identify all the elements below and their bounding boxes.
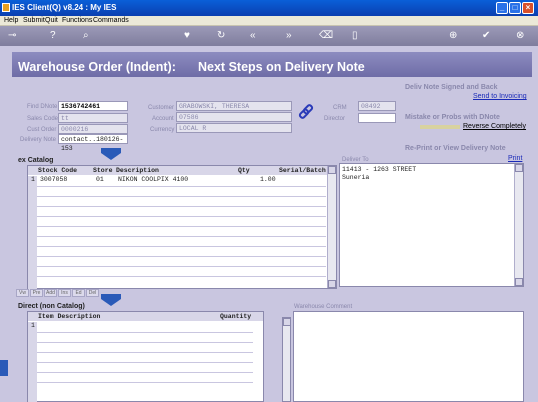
heart-icon[interactable]: ♥ bbox=[184, 30, 190, 42]
reverse-completely-link[interactable]: Reverse Completely bbox=[463, 123, 526, 130]
ex-catalog-header: Stock Code Store Description Qty Serial/… bbox=[28, 166, 336, 175]
title-bar: IES Client(Q) v8.24 : My IES _ □ × bbox=[0, 0, 538, 16]
cust-order-field[interactable]: 0000216 bbox=[58, 124, 128, 134]
scroll-up-button[interactable] bbox=[283, 318, 291, 326]
menu-quit[interactable]: Quit bbox=[45, 17, 58, 24]
crm-field[interactable]: 08492 bbox=[358, 101, 396, 111]
col-serial-batch: Serial/Batch bbox=[279, 167, 326, 174]
menu-bar: Help Submit Quit Functions Commands bbox=[0, 16, 538, 26]
tab-ed[interactable]: Ed bbox=[72, 289, 85, 297]
mistake-heading: Mistake or Probs with DNote bbox=[405, 114, 500, 121]
link-icon[interactable] bbox=[298, 104, 314, 120]
cell-stock-code: 3007058 bbox=[40, 176, 68, 183]
cell-qty: 1.00 bbox=[260, 176, 276, 183]
help-icon[interactable]: ? bbox=[50, 30, 56, 42]
menu-submit[interactable]: Submit bbox=[23, 17, 45, 24]
page-header: Warehouse Order (Indent): Next Steps on … bbox=[12, 52, 532, 77]
tab-add[interactable]: Add bbox=[44, 289, 57, 297]
print-link[interactable]: Print bbox=[508, 155, 522, 162]
toolbar: ⊸ ? ⌕ ♥ ↻ « » ⌫ ▯ ⊕ ✔ ⊗ bbox=[0, 26, 538, 46]
deliver-to-box[interactable]: 11413 - 1263 STREET Suneria bbox=[339, 163, 524, 287]
menu-commands[interactable]: Commands bbox=[93, 17, 129, 24]
currency-field[interactable]: LOCAL R bbox=[176, 123, 292, 133]
direct-header: Item Description Quantity bbox=[28, 312, 263, 321]
delivery-note-field[interactable]: contact..180126-153 bbox=[58, 134, 128, 152]
table-row[interactable]: 1 3007058 01 NIKON COOLPIX 4100 1.00 bbox=[28, 176, 328, 185]
row-gutter: 1 bbox=[28, 322, 37, 402]
reverse-indicator bbox=[420, 125, 460, 129]
add-icon[interactable]: ⊕ bbox=[449, 30, 457, 42]
key-icon[interactable]: ⊸ bbox=[8, 30, 16, 42]
grid-tabs: Vw Pre Add Ins Ed Del bbox=[16, 289, 100, 298]
search-icon[interactable]: ⌕ bbox=[83, 30, 89, 42]
tab-pre[interactable]: Pre bbox=[30, 289, 43, 297]
director-field[interactable] bbox=[358, 113, 396, 123]
col-stock-code: Stock Code bbox=[38, 167, 78, 174]
window-title: IES Client(Q) v8.24 : My IES bbox=[12, 3, 117, 12]
col-qty: Qty bbox=[238, 167, 250, 174]
header-left: Warehouse Order (Indent): bbox=[18, 60, 176, 74]
deliver-to-scrollbar[interactable] bbox=[514, 164, 523, 286]
crm-label: CRM bbox=[333, 105, 347, 111]
cell-store: 01 bbox=[96, 176, 104, 183]
sales-code-field[interactable]: tt bbox=[58, 113, 128, 123]
menu-functions[interactable]: Functions bbox=[62, 17, 92, 24]
tab-del[interactable]: Del bbox=[86, 289, 99, 297]
tab-view[interactable]: Vw bbox=[16, 289, 29, 297]
side-tab[interactable] bbox=[0, 360, 8, 376]
close-button[interactable]: × bbox=[522, 2, 534, 14]
customer-field[interactable]: GRABOWSKI, THERESA bbox=[176, 101, 292, 111]
account-label: Account bbox=[152, 116, 174, 122]
warehouse-comment-box[interactable] bbox=[293, 311, 524, 402]
cust-order-label: Cust Order bbox=[27, 127, 57, 133]
row-gutter bbox=[28, 176, 37, 290]
director-label: Director bbox=[324, 116, 346, 122]
find-dnote-label: Find DNote bbox=[27, 104, 58, 110]
scroll-up-button[interactable] bbox=[515, 164, 523, 172]
menu-help[interactable]: Help bbox=[4, 17, 18, 24]
trash-icon[interactable]: ⌫ bbox=[319, 30, 333, 42]
rewind-icon[interactable]: « bbox=[250, 30, 256, 42]
tab-ins[interactable]: Ins bbox=[58, 289, 71, 297]
find-dnote-field[interactable]: 1536742461 bbox=[58, 101, 128, 111]
refresh-icon[interactable]: ↻ bbox=[217, 30, 225, 42]
deliver-to-line-1: 11413 - 1263 STREET bbox=[342, 166, 417, 173]
row-number: 1 bbox=[31, 176, 35, 183]
currency-label: Currency bbox=[150, 127, 175, 133]
deliver-to-line-2: Suneria bbox=[342, 174, 370, 181]
cell-description: NIKON COOLPIX 4100 bbox=[118, 176, 189, 183]
cancel-icon[interactable]: ⊗ bbox=[516, 30, 524, 42]
send-to-invoicing-link[interactable]: Send to Invoicing bbox=[473, 93, 527, 100]
maximize-button[interactable]: □ bbox=[509, 2, 521, 14]
col-quantity: Quantity bbox=[220, 313, 252, 320]
check-icon[interactable]: ✔ bbox=[482, 30, 490, 42]
scroll-down-button[interactable] bbox=[515, 278, 523, 286]
forward-icon[interactable]: » bbox=[286, 30, 292, 42]
ex-catalog-scrollbar[interactable] bbox=[327, 166, 336, 288]
customer-label: Customer bbox=[148, 105, 175, 111]
minimize-button[interactable]: _ bbox=[496, 2, 508, 14]
scroll-down-button[interactable] bbox=[328, 280, 336, 288]
sales-code-label: Sales Code bbox=[27, 116, 59, 122]
col-description: Description bbox=[116, 167, 159, 174]
ex-catalog-title: ex Catalog bbox=[18, 157, 54, 164]
row-number: 1 bbox=[31, 322, 35, 329]
signed-heading: Deliv Note Signed and Back bbox=[405, 84, 498, 91]
comment-scrollbar[interactable] bbox=[282, 317, 291, 402]
app-icon bbox=[2, 3, 10, 12]
warehouse-comment-label: Warehouse Comment bbox=[294, 304, 353, 310]
direct-grid[interactable]: Item Description Quantity 1 bbox=[27, 311, 264, 402]
scroll-up-button[interactable] bbox=[328, 166, 336, 174]
direct-title: Direct (non Catalog) bbox=[18, 303, 85, 310]
delivery-note-label: Delivery Note bbox=[20, 137, 57, 143]
col-store: Store bbox=[93, 167, 113, 174]
header-right: Next Steps on Delivery Note bbox=[198, 60, 365, 74]
col-item-description: Item Description bbox=[38, 313, 101, 320]
down-arrow-icon bbox=[101, 148, 121, 160]
ex-catalog-grid[interactable]: Stock Code Store Description Qty Serial/… bbox=[27, 165, 337, 290]
document-icon[interactable]: ▯ bbox=[352, 30, 358, 42]
reprint-heading: Re-Print or View Delivery Note bbox=[405, 145, 506, 152]
down-arrow-icon bbox=[101, 294, 121, 306]
account-field[interactable]: 07586 bbox=[176, 112, 292, 122]
